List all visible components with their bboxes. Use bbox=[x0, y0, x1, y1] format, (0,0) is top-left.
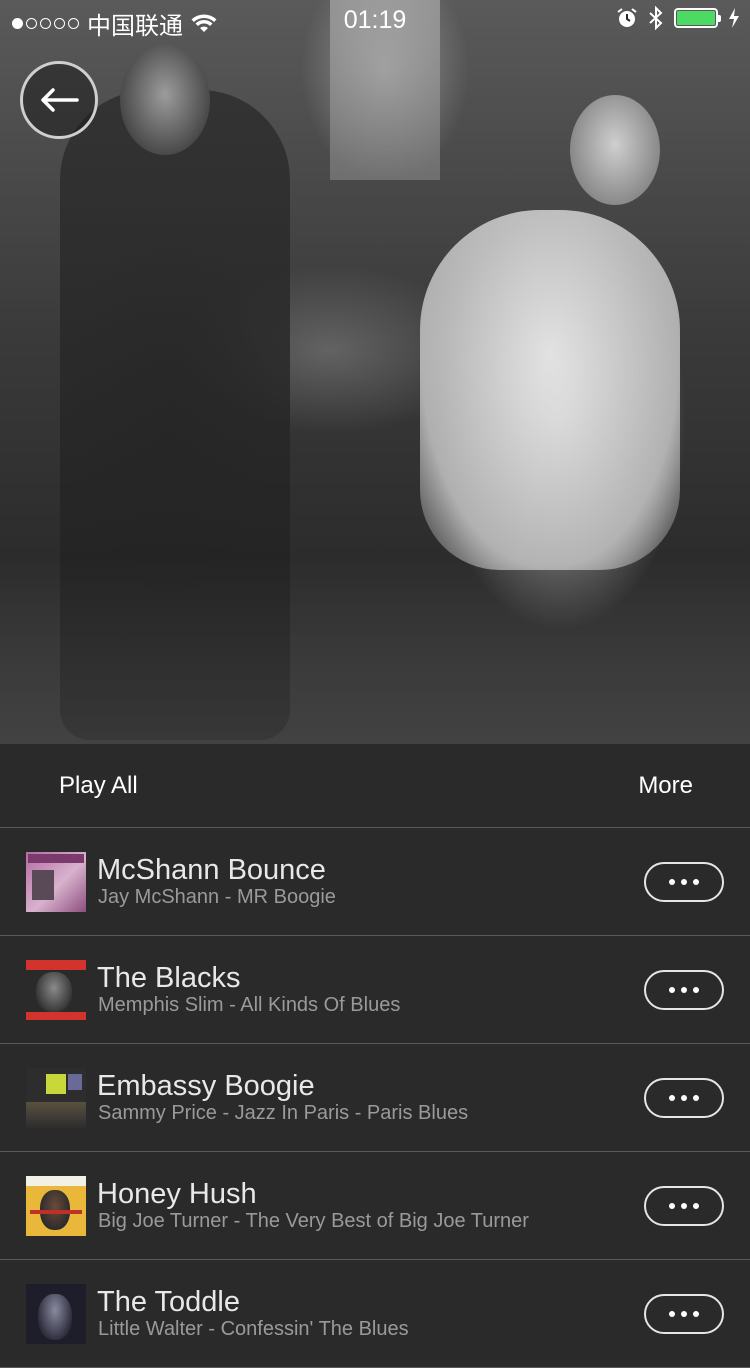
bluetooth-icon bbox=[649, 6, 663, 30]
track-options-button[interactable] bbox=[644, 970, 724, 1010]
track-title: McShann Bounce bbox=[97, 854, 326, 886]
hero-image bbox=[0, 0, 750, 744]
track-list: McShann Bounce Jay McShann - MR Boogie T… bbox=[0, 828, 750, 1368]
track-title: The Blacks bbox=[97, 962, 241, 994]
ellipsis-dot bbox=[669, 1311, 675, 1317]
charging-icon bbox=[729, 8, 739, 28]
track-options-button[interactable] bbox=[644, 1294, 724, 1334]
play-all-button[interactable]: Play All bbox=[59, 772, 138, 800]
ellipsis-dot bbox=[681, 1311, 687, 1317]
track-row[interactable]: The Toddle Little Walter - Confessin' Th… bbox=[0, 1260, 750, 1368]
ellipsis-dot bbox=[681, 987, 687, 993]
album-cover bbox=[26, 852, 86, 912]
ellipsis-dot bbox=[693, 879, 699, 885]
ellipsis-dot bbox=[693, 1203, 699, 1209]
track-subtitle: Jay McShann - MR Boogie bbox=[98, 886, 336, 908]
ellipsis-dot bbox=[669, 987, 675, 993]
ellipsis-dot bbox=[693, 1311, 699, 1317]
album-cover bbox=[26, 960, 86, 1020]
track-row[interactable]: McShann Bounce Jay McShann - MR Boogie bbox=[0, 828, 750, 936]
track-row[interactable]: Embassy Boogie Sammy Price - Jazz In Par… bbox=[0, 1044, 750, 1152]
status-bar: 中国联通 01:19 bbox=[0, 0, 750, 40]
track-options-button[interactable] bbox=[644, 1078, 724, 1118]
album-cover bbox=[26, 1176, 86, 1236]
ellipsis-dot bbox=[693, 987, 699, 993]
hero-figure-man-head bbox=[120, 45, 210, 155]
track-subtitle: Big Joe Turner - The Very Best of Big Jo… bbox=[98, 1210, 529, 1232]
track-subtitle: Little Walter - Confessin' The Blues bbox=[98, 1318, 409, 1340]
back-arrow-icon bbox=[41, 88, 79, 112]
more-button[interactable]: More bbox=[638, 772, 693, 800]
album-cover bbox=[26, 1284, 86, 1344]
alarm-icon bbox=[617, 8, 637, 27]
ellipsis-dot bbox=[681, 1095, 687, 1101]
ellipsis-dot bbox=[669, 1095, 675, 1101]
hero-floor bbox=[0, 560, 750, 744]
ellipsis-dot bbox=[681, 879, 687, 885]
battery-level bbox=[677, 11, 715, 25]
track-row[interactable]: Honey Hush Big Joe Turner - The Very Bes… bbox=[0, 1152, 750, 1260]
track-row[interactable]: The Blacks Memphis Slim - All Kinds Of B… bbox=[0, 936, 750, 1044]
ellipsis-dot bbox=[693, 1095, 699, 1101]
hero-figure-woman bbox=[420, 210, 680, 570]
ellipsis-dot bbox=[669, 879, 675, 885]
track-title: Embassy Boogie bbox=[97, 1070, 315, 1102]
back-button[interactable] bbox=[20, 61, 98, 139]
track-options-button[interactable] bbox=[644, 1186, 724, 1226]
track-subtitle: Sammy Price - Jazz In Paris - Paris Blue… bbox=[98, 1102, 469, 1124]
track-subtitle: Memphis Slim - All Kinds Of Blues bbox=[98, 994, 401, 1016]
track-options-button[interactable] bbox=[644, 862, 724, 902]
track-title: The Toddle bbox=[97, 1286, 240, 1318]
ellipsis-dot bbox=[669, 1203, 675, 1209]
status-right bbox=[616, 6, 740, 30]
track-title: Honey Hush bbox=[97, 1178, 257, 1210]
action-bar: Play All More bbox=[0, 744, 750, 828]
album-cover bbox=[26, 1068, 86, 1128]
ellipsis-dot bbox=[681, 1203, 687, 1209]
battery-icon bbox=[674, 8, 721, 28]
hero-figure-woman-head bbox=[570, 95, 660, 205]
